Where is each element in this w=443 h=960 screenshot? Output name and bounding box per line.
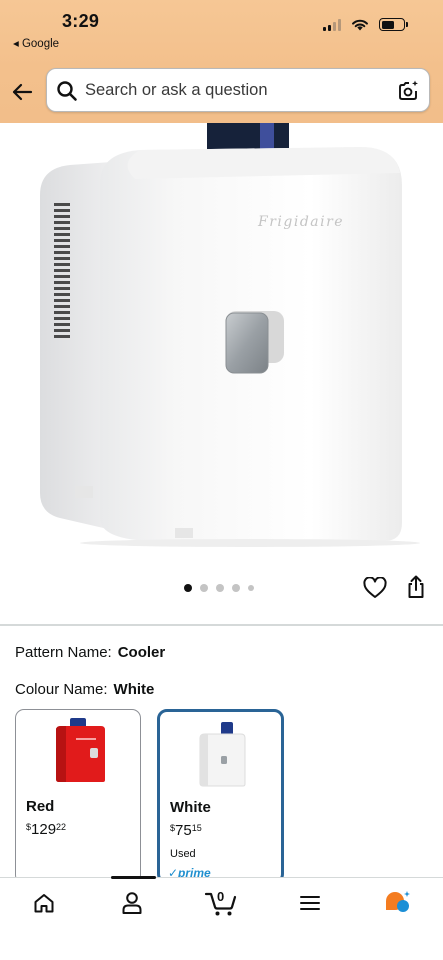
- back-button[interactable]: [9, 80, 35, 104]
- pattern-name-value: Cooler: [117, 644, 166, 661]
- white-mini-fridge-thumbnail: [199, 722, 246, 787]
- nav-cart[interactable]: 0: [199, 888, 243, 918]
- rufus-icon: [386, 891, 410, 912]
- arrow-left-icon: [12, 83, 33, 101]
- pagination-dot[interactable]: [200, 584, 208, 592]
- nav-menu[interactable]: [288, 888, 332, 918]
- nav-account[interactable]: [110, 888, 154, 918]
- pagination-dot[interactable]: [232, 584, 240, 592]
- search-bar[interactable]: [46, 68, 430, 112]
- pagination-dot[interactable]: [216, 584, 224, 592]
- battery-icon: [379, 18, 408, 31]
- bottom-navigation: 0: [0, 876, 443, 960]
- section-divider: [0, 624, 443, 626]
- swatch-white-price: $7515: [170, 822, 202, 839]
- cart-count-badge: 0: [217, 889, 225, 904]
- heart-icon[interactable]: [363, 577, 387, 599]
- cellular-signal-icon: [323, 18, 341, 31]
- wifi-icon: [352, 19, 368, 31]
- swatch-red-name: Red: [26, 798, 55, 815]
- camera-lens-icon[interactable]: [396, 79, 420, 103]
- home-icon: [34, 894, 54, 913]
- swatch-red-price: $12922: [26, 821, 67, 838]
- image-pagination-dots[interactable]: [184, 584, 254, 592]
- menu-icon: [300, 896, 320, 910]
- pagination-dot[interactable]: [248, 585, 254, 591]
- colour-name-label: Colour Name:: [15, 681, 108, 698]
- colour-name-value: White: [113, 681, 155, 698]
- pattern-name-label: Pattern Name:: [15, 644, 112, 661]
- colour-swatch-white[interactable]: White $7515 Used ✓prime: [157, 709, 284, 884]
- app-header: 3:29 ◂ Google: [0, 0, 443, 123]
- status-icons: [323, 18, 408, 31]
- search-input[interactable]: [85, 69, 385, 111]
- colour-swatch-red[interactable]: Red $12922: [15, 709, 141, 884]
- svg-text:Frigidaire: Frigidaire: [257, 214, 344, 230]
- red-mini-fridge-thumbnail: [56, 718, 105, 782]
- swatch-white-name: White: [170, 799, 211, 816]
- nav-rufus[interactable]: [376, 888, 420, 918]
- active-tab-indicator: [111, 876, 156, 879]
- pattern-name-row: Pattern Name: Cooler: [15, 644, 165, 661]
- back-to-google-link[interactable]: ◂ Google: [13, 36, 59, 50]
- pagination-dot[interactable]: [184, 584, 192, 592]
- product-image-carousel[interactable]: Frigidaire: [0, 123, 443, 563]
- colour-name-row: Colour Name: White: [15, 681, 154, 698]
- account-icon: [122, 892, 142, 914]
- nav-home[interactable]: [22, 888, 66, 918]
- status-time: 3:29: [62, 11, 100, 31]
- mini-fridge-image: Frigidaire: [40, 123, 420, 547]
- share-icon[interactable]: [405, 575, 427, 599]
- swatch-white-condition: Used: [170, 848, 196, 860]
- search-icon: [57, 81, 77, 101]
